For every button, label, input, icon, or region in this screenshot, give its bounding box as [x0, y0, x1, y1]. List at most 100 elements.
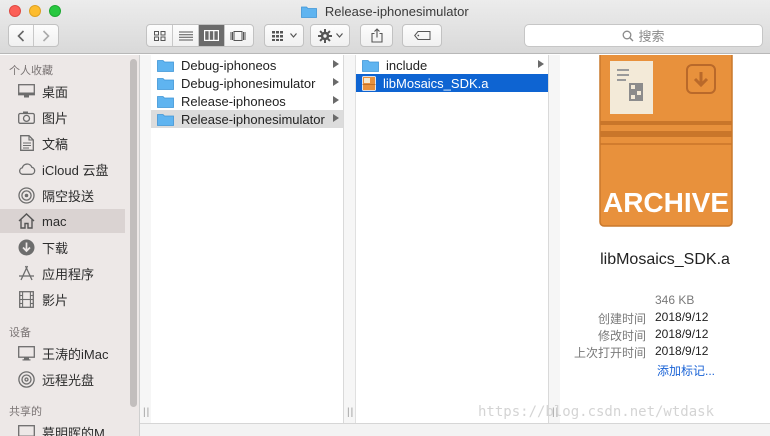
- window-title-text: Release-iphonesimulator: [324, 4, 469, 19]
- modified-label: 修改时间: [597, 329, 646, 343]
- column-view-icon: [204, 30, 219, 41]
- folder-icon: [157, 59, 174, 72]
- preview-file-name: libMosaics_SDK.a: [600, 251, 730, 268]
- sidebar: 个人收藏 桌面 图片 文稿 iCloud 云盘 隔空投送 mac 下载 应用程序…: [0, 55, 140, 436]
- folder-row[interactable]: Debug-iphonesimulator: [151, 74, 343, 92]
- add-tags-link[interactable]: 添加标记...: [657, 362, 715, 379]
- sidebar-item-desktop[interactable]: 桌面: [0, 79, 125, 103]
- sidebar-scrollbar[interactable]: [130, 59, 137, 407]
- created-row: 创建时间 2018/9/12: [560, 310, 770, 327]
- disclosure-arrow-icon: [538, 60, 544, 68]
- search-placeholder: 搜索: [638, 29, 665, 44]
- column-release-iphonesimulator: include libMosaics_SDK.a: [356, 55, 549, 423]
- folder-row-selected[interactable]: Release-iphonesimulator: [151, 110, 343, 128]
- airdrop-icon: [17, 186, 36, 204]
- disc-icon: [17, 370, 36, 388]
- folder-name: include: [386, 57, 428, 73]
- column-resize-handle[interactable]: ||: [347, 407, 354, 418]
- search-icon: [623, 30, 634, 41]
- folder-row[interactable]: include: [356, 56, 548, 74]
- icon-view-button[interactable]: [147, 25, 173, 46]
- sidebar-item-downloads[interactable]: 下载: [0, 235, 125, 259]
- created-label: 创建时间: [597, 312, 646, 326]
- sidebar-item-label: 文稿: [42, 136, 69, 152]
- modified-value: 2018/9/12: [655, 327, 709, 341]
- document-icon: [17, 134, 36, 152]
- sidebar-item-label: mac: [42, 213, 67, 229]
- desktop-icon: [17, 82, 36, 100]
- icon-view-icon: [153, 30, 165, 41]
- folder-name: Release-iphonesimulator: [181, 111, 325, 127]
- disclosure-arrow-icon: [333, 114, 339, 122]
- folder-row[interactable]: Release-iphoneos: [151, 92, 343, 110]
- folder-name: Debug-iphonesimulator: [181, 75, 316, 91]
- sidebar-section-devices: 设备: [9, 327, 31, 339]
- modified-row: 修改时间 2018/9/12: [560, 327, 770, 344]
- search-field[interactable]: 搜索: [524, 24, 763, 47]
- last-opened-label: 上次打开时间: [573, 346, 646, 360]
- list-view-button[interactable]: [173, 25, 199, 46]
- disclosure-arrow-icon: [333, 78, 339, 86]
- chevron-down-icon: [289, 33, 297, 38]
- sidebar-item-label: 远程光盘: [42, 372, 95, 388]
- archive-file-icon: ARCHIVE: [599, 55, 733, 227]
- sidebar-item-movies[interactable]: 影片: [0, 287, 125, 311]
- sidebar-item-label: iCloud 云盘: [42, 162, 109, 178]
- chevron-down-icon: [335, 33, 343, 38]
- preview-pane: ARCHIVE libMosaics_SDK.a 346 KB 创建时间 201…: [560, 55, 770, 423]
- sidebar-item-airdrop[interactable]: 隔空投送: [0, 183, 125, 207]
- sidebar-item-label: 慕明晖的M...: [42, 425, 116, 436]
- sidebar-item-documents[interactable]: 文稿: [0, 131, 125, 155]
- last-opened-value: 2018/9/12: [655, 344, 709, 358]
- sidebar-item-label: 应用程序: [42, 266, 95, 282]
- folder-icon: [157, 113, 174, 126]
- imac-icon: [17, 344, 36, 362]
- list-view-icon: [178, 31, 193, 40]
- sidebar-item-label: 下载: [42, 240, 69, 256]
- gallery-view-button[interactable]: [225, 25, 251, 46]
- back-button[interactable]: [9, 25, 34, 46]
- sidebar-section-shared: 共享的: [9, 406, 42, 418]
- folder-icon: [362, 59, 379, 72]
- last-opened-row: 上次打开时间 2018/9/12: [560, 344, 770, 361]
- computer-icon: [17, 423, 36, 436]
- archive-icon-label: ARCHIVE: [603, 187, 729, 218]
- sidebar-item-label: 王涛的iMac: [42, 346, 109, 362]
- home-icon: [17, 212, 36, 230]
- created-value: 2018/9/12: [655, 310, 709, 324]
- sidebar-item-label: 隔空投送: [42, 188, 95, 204]
- column-resize-handle[interactable]: ||: [143, 407, 150, 418]
- chevron-left-icon: [17, 29, 24, 42]
- horizontal-scrollbar[interactable]: [140, 423, 770, 436]
- cloud-icon: [17, 160, 36, 178]
- nav-buttons: [8, 24, 59, 47]
- sidebar-item-applications[interactable]: 应用程序: [0, 261, 125, 285]
- sidebar-item-imac[interactable]: 王涛的iMac: [0, 341, 125, 365]
- edit-tags-button[interactable]: [402, 24, 442, 47]
- sidebar-item-pictures[interactable]: 图片: [0, 105, 125, 129]
- film-icon: [17, 290, 36, 308]
- folder-name: Debug-iphoneos: [181, 57, 277, 73]
- sidebar-item-home[interactable]: mac: [0, 209, 125, 233]
- folder-name: Release-iphoneos: [181, 93, 286, 109]
- sidebar-item-remote-disc[interactable]: 远程光盘: [0, 367, 125, 391]
- camera-icon: [17, 108, 36, 126]
- folder-icon: [157, 95, 174, 108]
- file-row-selected[interactable]: libMosaics_SDK.a: [356, 74, 548, 92]
- folder-row[interactable]: Debug-iphoneos: [151, 56, 343, 74]
- sidebar-item-icloud[interactable]: iCloud 云盘: [0, 157, 125, 181]
- column-gutter: [344, 55, 356, 423]
- tag-icon: [413, 31, 430, 40]
- gear-icon: [317, 28, 332, 43]
- file-size: 346 KB: [655, 293, 695, 307]
- watermark-text: https://blog.csdn.net/wtdask: [478, 404, 715, 420]
- arrange-button[interactable]: [264, 24, 304, 47]
- view-mode-control: [146, 24, 254, 47]
- disclosure-arrow-icon: [333, 60, 339, 68]
- share-button[interactable]: [360, 24, 393, 47]
- sidebar-item-label: 桌面: [42, 84, 69, 100]
- column-view-button[interactable]: [199, 25, 225, 46]
- action-button[interactable]: [310, 24, 350, 47]
- forward-button[interactable]: [34, 25, 58, 46]
- sidebar-item-shared-computer[interactable]: 慕明晖的M...: [0, 420, 125, 436]
